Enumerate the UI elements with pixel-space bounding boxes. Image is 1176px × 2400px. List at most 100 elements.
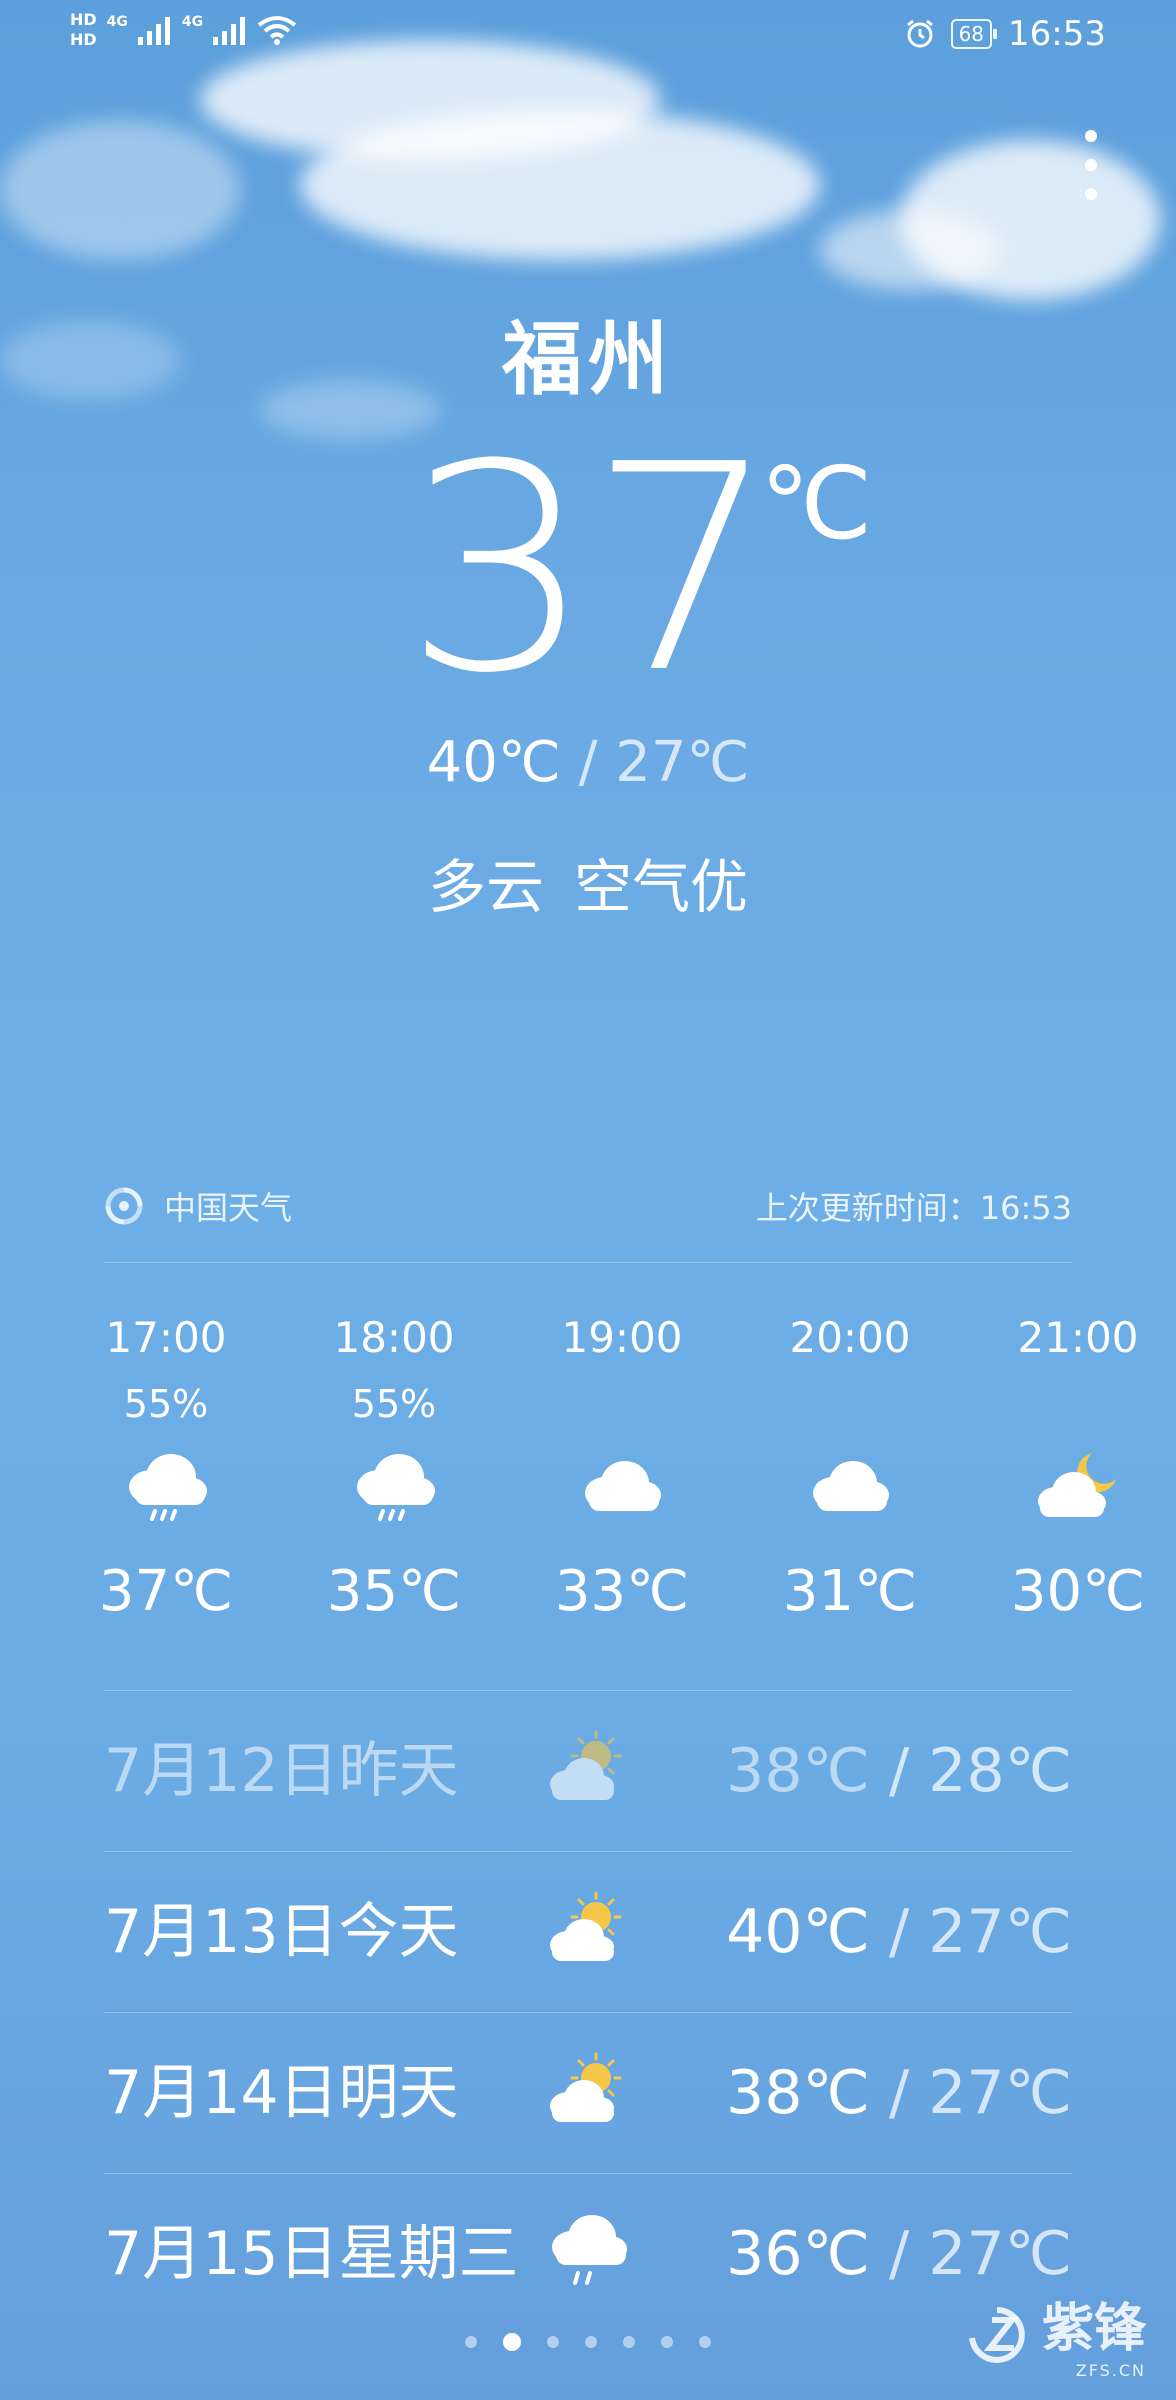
partly-cloudy-icon [550, 2052, 622, 2122]
watermark-subtext: ZFS.CN [1075, 2361, 1146, 2380]
partly-cloudy-icon [550, 1891, 622, 1961]
today-low: 27℃ [615, 730, 750, 795]
hour-temperature: 30℃ [1010, 1559, 1146, 1624]
day-date: 7月13日今天 [104, 1897, 459, 1967]
day-temperature-range: 38℃ / 27℃ [726, 2053, 1072, 2133]
more-dot-icon [1085, 130, 1097, 142]
watermark-text-block: 紫锋 ZFS.CN [1042, 2286, 1146, 2380]
hd-label-2: HD [70, 30, 97, 49]
partly-cloudy-icon [550, 1730, 622, 1800]
battery-indicator: 68 [950, 19, 998, 49]
more-dot-icon [1085, 159, 1097, 171]
hour-icon-wrap [304, 1432, 484, 1542]
day-low: 27℃ [928, 1897, 1072, 1967]
provider-name: 中国天气 [164, 1189, 293, 1227]
wifi-icon [257, 16, 297, 45]
day-separator: / [888, 1736, 910, 1806]
status-bar-right: 68 16:53 [905, 14, 1106, 54]
weather-condition: 多云 空气优 [0, 840, 1176, 924]
hourly-item: 17:00 55% 37℃ [76, 1310, 256, 1632]
air-quality-text: 空气优 [574, 853, 749, 921]
more-options-button[interactable] [1076, 130, 1106, 200]
day-date: 7月14日明天 [104, 2058, 459, 2128]
network-type-2: 4G [181, 14, 204, 30]
cloud-backdrop [300, 110, 820, 260]
day-temperature-range: 40℃ / 27℃ [726, 1892, 1072, 1972]
status-bar: HD HD 4G 4G 68 16:53 [0, 0, 1176, 80]
hour-temperature: 35℃ [326, 1559, 462, 1624]
day-date: 7月15日星期三 [104, 2219, 519, 2289]
watermark-logo-icon [969, 2307, 1025, 2363]
moon-cloud-icon [1038, 1453, 1116, 1517]
hour-time: 20:00 [789, 1313, 911, 1362]
page-dot[interactable] [623, 2336, 635, 2348]
today-high: 40℃ [426, 730, 561, 795]
current-temp-unit: ℃ [760, 445, 873, 562]
current-temperature: 37 ℃ [0, 420, 1176, 720]
hourly-item: 20:00 31℃ [760, 1310, 940, 1632]
daily-row[interactable]: 7月12日昨天 38℃ / 28℃ [104, 1690, 1072, 1851]
precipitation-chance [988, 1376, 1168, 1432]
page-dot[interactable] [699, 2336, 711, 2348]
day-high: 38℃ [726, 2058, 870, 2128]
hour-temperature: 33℃ [554, 1559, 690, 1624]
weather-provider[interactable]: 中国天气 [104, 1183, 292, 1229]
precipitation-chance: 55% [123, 1382, 209, 1426]
page-dot[interactable] [465, 2336, 477, 2348]
current-temp-value: 37 [403, 403, 779, 736]
status-bar-left: HD HD 4G 4G [70, 10, 297, 50]
signal-icon [137, 17, 170, 45]
hour-time: 17:00 [105, 1313, 227, 1362]
hour-temperature: 37℃ [98, 1559, 234, 1624]
source-row: 中国天气 上次更新时间：16:53 [104, 1178, 1072, 1234]
hour-icon-wrap [532, 1432, 712, 1542]
precipitation-chance: 55% [351, 1382, 437, 1426]
divider [104, 1262, 1072, 1263]
cloud-icon [813, 1461, 889, 1511]
day-temperature-range: 36℃ / 27℃ [726, 2214, 1072, 2294]
hour-time: 18:00 [333, 1313, 455, 1362]
hour-icon-wrap [988, 1432, 1168, 1542]
day-high: 38℃ [726, 1736, 870, 1806]
day-low: 27℃ [928, 2058, 1072, 2128]
hourly-forecast[interactable]: 17:00 55% 37℃ 18:00 55% 35℃ 19:00 33℃ 20… [0, 1310, 1176, 1670]
page-dot-active[interactable] [503, 2333, 521, 2351]
high-low-separator: / [578, 730, 598, 795]
cloud-backdrop [0, 120, 240, 260]
hourly-item: 18:00 55% 35℃ [304, 1310, 484, 1632]
hour-icon-wrap [76, 1432, 256, 1542]
daily-row[interactable]: 7月13日今天 40℃ / 27℃ [104, 1851, 1072, 2012]
page-dot[interactable] [547, 2336, 559, 2348]
hourly-item: 19:00 33℃ [532, 1310, 712, 1632]
watermark: 紫锋 ZFS.CN [962, 2286, 1146, 2380]
rain-cloud-icon [357, 1454, 435, 1521]
alarm-icon [906, 19, 933, 48]
precipitation-chance [760, 1376, 940, 1432]
china-weather-logo-icon [105, 1187, 143, 1225]
hour-time: 21:00 [1017, 1313, 1139, 1362]
status-time: 16:53 [1008, 14, 1106, 54]
city-name: 福州 [502, 313, 674, 406]
page-dot[interactable] [585, 2336, 597, 2348]
day-high: 40℃ [726, 1897, 870, 1967]
more-dot-icon [1085, 188, 1097, 200]
hour-time: 19:00 [561, 1313, 683, 1362]
watermark-text: 紫锋 [1041, 2299, 1146, 2359]
signal-icon [213, 17, 246, 45]
last-updated: 上次更新时间：16:53 [755, 1189, 1072, 1227]
cloud-icon [585, 1461, 661, 1511]
day-date: 7月12日昨天 [104, 1736, 459, 1806]
hd-label-1: HD [70, 10, 97, 29]
daily-row[interactable]: 7月14日明天 38℃ / 27℃ [104, 2012, 1072, 2173]
daily-row[interactable]: 7月15日星期三 36℃ / 27℃ [104, 2173, 1072, 2334]
rain-cloud-icon [129, 1454, 207, 1521]
condition-text: 多云 [427, 853, 544, 921]
page-dot[interactable] [661, 2336, 673, 2348]
day-separator: / [888, 2219, 910, 2289]
daily-forecast: 7月12日昨天 38℃ / 28℃ 7月13日今天 40℃ / 27℃ 7月14… [104, 1690, 1072, 2334]
hourly-item: 21:00 30℃ [988, 1310, 1168, 1632]
today-high-low: 40℃ / 27℃ [0, 730, 1176, 795]
hour-temperature: 31℃ [782, 1559, 918, 1624]
hd-indicator: HD HD [70, 10, 97, 50]
day-low: 27℃ [928, 2219, 1072, 2289]
